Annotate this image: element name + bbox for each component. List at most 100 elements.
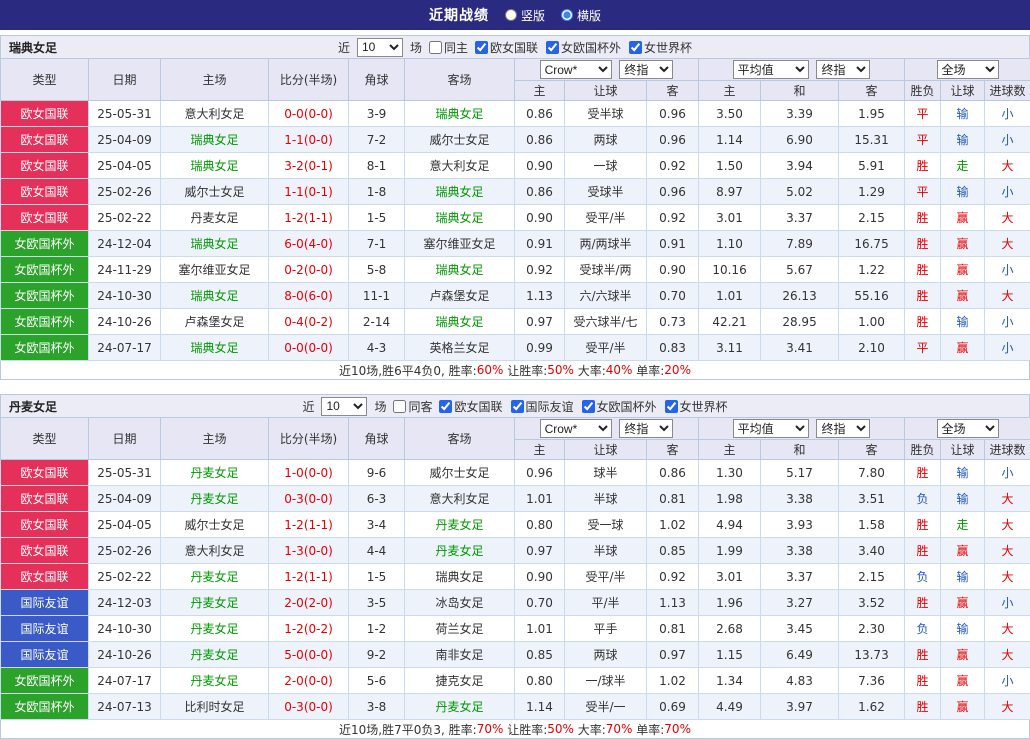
league-badge: 欧女国联: [1, 179, 89, 205]
league-filter[interactable]: 欧女国联: [439, 398, 502, 415]
match-row: 女欧国杯外 24-07-13 比利时女足 0-3(0-0) 3-8 丹麦女足 1…: [1, 694, 1030, 720]
result-cell: 胜: [905, 590, 941, 616]
games-label: 场: [374, 398, 386, 415]
league-filter-checkbox[interactable]: [582, 400, 595, 413]
league-filter[interactable]: 女欧国杯外: [582, 398, 657, 415]
avg-odds-draw: 3.37: [761, 205, 839, 231]
league-filter[interactable]: 女世界杯: [629, 39, 692, 56]
goals-result-cell: 小: [985, 590, 1030, 616]
goals-result-cell: 大: [985, 153, 1030, 179]
same-home-checkbox[interactable]: [429, 41, 442, 54]
goals-result-cell: 大: [985, 616, 1030, 642]
result-cell: 胜: [905, 642, 941, 668]
corners: 8-1: [349, 153, 405, 179]
match-row: 欧女国联 25-05-31 意大利女足 0-0(0-0) 3-9 瑞典女足 0.…: [1, 101, 1030, 127]
average-select[interactable]: 平均值: [733, 60, 809, 79]
handicap-result-cell: 输: [941, 101, 985, 127]
same-home-filter[interactable]: 同主: [429, 39, 468, 56]
goals-result-cell: 小: [985, 335, 1030, 361]
summary-segment: 70%: [606, 722, 633, 736]
match-row: 欧女国联 25-04-05 威尔士女足 1-2(1-1) 3-4 丹麦女足 0.…: [1, 512, 1030, 538]
league-filter-checkbox[interactable]: [475, 41, 488, 54]
handicap-odds-away: 1.13: [647, 590, 699, 616]
result-cell: 胜: [905, 309, 941, 335]
league-filter[interactable]: 女世界杯: [665, 398, 728, 415]
league-filter-checkbox[interactable]: [511, 400, 524, 413]
league-filters: 欧女国联 女欧国杯外 女世界杯: [475, 39, 692, 56]
home-team: 意大利女足: [161, 538, 269, 564]
match-count-select[interactable]: 10: [321, 397, 367, 416]
corners: 1-8: [349, 179, 405, 205]
goals-result-cell: 小: [985, 309, 1030, 335]
handicap-odds-home: 1.01: [515, 486, 565, 512]
league-filter[interactable]: 女欧国杯外: [546, 39, 621, 56]
handicap-odds-home: 0.92: [515, 257, 565, 283]
league-filter-checkbox[interactable]: [629, 41, 642, 54]
avg-odds-home: 1.01: [699, 283, 761, 309]
bookmaker-select[interactable]: Crow*: [540, 419, 612, 438]
score: 0-3(0-0): [269, 694, 349, 720]
avg-odds-away: 3.40: [839, 538, 905, 564]
final-index-select-2[interactable]: 终指: [816, 60, 870, 79]
match-row: 国际友谊 24-10-30 丹麦女足 1-2(0-2) 1-2 荷兰女足 1.0…: [1, 616, 1030, 642]
handicap-line: 两球: [565, 127, 647, 153]
col-odds-home: 主: [515, 81, 565, 101]
avg-odds-draw: 5.02: [761, 179, 839, 205]
avg-odds-home: 3.50: [699, 101, 761, 127]
avg-odds-home: 1.10: [699, 231, 761, 257]
away-team: 瑞典女足: [405, 564, 515, 590]
handicap-odds-home: 0.80: [515, 512, 565, 538]
home-team: 丹麦女足: [161, 668, 269, 694]
same-away-checkbox[interactable]: [393, 400, 406, 413]
corners: 4-3: [349, 335, 405, 361]
avg-odds-away: 5.91: [839, 153, 905, 179]
handicap-line: 受六球半/七: [565, 309, 647, 335]
handicap-line: 受球半/两: [565, 257, 647, 283]
away-team: 意大利女足: [405, 153, 515, 179]
league-filter-checkbox[interactable]: [439, 400, 452, 413]
avg-odds-away: 7.36: [839, 668, 905, 694]
handicap-line: 两/两球半: [565, 231, 647, 257]
score: 0-0(0-0): [269, 335, 349, 361]
match-date: 25-02-22: [89, 205, 161, 231]
match-count-select[interactable]: 10: [357, 38, 403, 57]
results-table: 类型 日期 主场 比分(半场) 角球 客场 Crow* 终指 平均值 终指 全场: [0, 417, 1030, 720]
goals-result-cell: 小: [985, 179, 1030, 205]
final-index-select-2[interactable]: 终指: [816, 419, 870, 438]
final-index-select[interactable]: 终指: [619, 60, 673, 79]
match-date: 25-04-09: [89, 486, 161, 512]
fulltime-select[interactable]: 全场: [937, 60, 999, 79]
avg-odds-home: 1.96: [699, 590, 761, 616]
league-filter-checkbox[interactable]: [665, 400, 678, 413]
league-badge: 国际友谊: [1, 590, 89, 616]
avg-odds-away: 3.51: [839, 486, 905, 512]
same-away-filter[interactable]: 同客: [393, 398, 432, 415]
result-cell: 胜: [905, 512, 941, 538]
result-cell: 胜: [905, 205, 941, 231]
layout-vertical-option[interactable]: 竖版: [505, 7, 545, 24]
corners: 5-8: [349, 257, 405, 283]
score: 0-0(0-0): [269, 101, 349, 127]
col-goals: 进球数: [985, 440, 1030, 460]
league-filter[interactable]: 国际友谊: [511, 398, 574, 415]
league-badge: 欧女国联: [1, 101, 89, 127]
fulltime-select[interactable]: 全场: [937, 419, 999, 438]
average-select[interactable]: 平均值: [733, 419, 809, 438]
layout-horizontal-radio[interactable]: [561, 9, 573, 21]
match-date: 24-11-29: [89, 257, 161, 283]
avg-odds-away: 1.95: [839, 101, 905, 127]
match-row: 女欧国杯外 24-10-30 瑞典女足 8-0(6-0) 11-1 卢森堡女足 …: [1, 283, 1030, 309]
handicap-odds-home: 0.80: [515, 668, 565, 694]
away-team: 意大利女足: [405, 486, 515, 512]
away-team: 瑞典女足: [405, 179, 515, 205]
team-name: 瑞典女足: [9, 39, 57, 56]
home-team: 威尔士女足: [161, 179, 269, 205]
layout-vertical-radio[interactable]: [505, 9, 517, 21]
avg-odds-draw: 3.39: [761, 101, 839, 127]
final-index-select[interactable]: 终指: [619, 419, 673, 438]
league-filter[interactable]: 欧女国联: [475, 39, 538, 56]
league-filter-checkbox[interactable]: [546, 41, 559, 54]
corners: 3-5: [349, 590, 405, 616]
layout-horizontal-option[interactable]: 横版: [561, 7, 601, 24]
bookmaker-select[interactable]: Crow*: [540, 60, 612, 79]
